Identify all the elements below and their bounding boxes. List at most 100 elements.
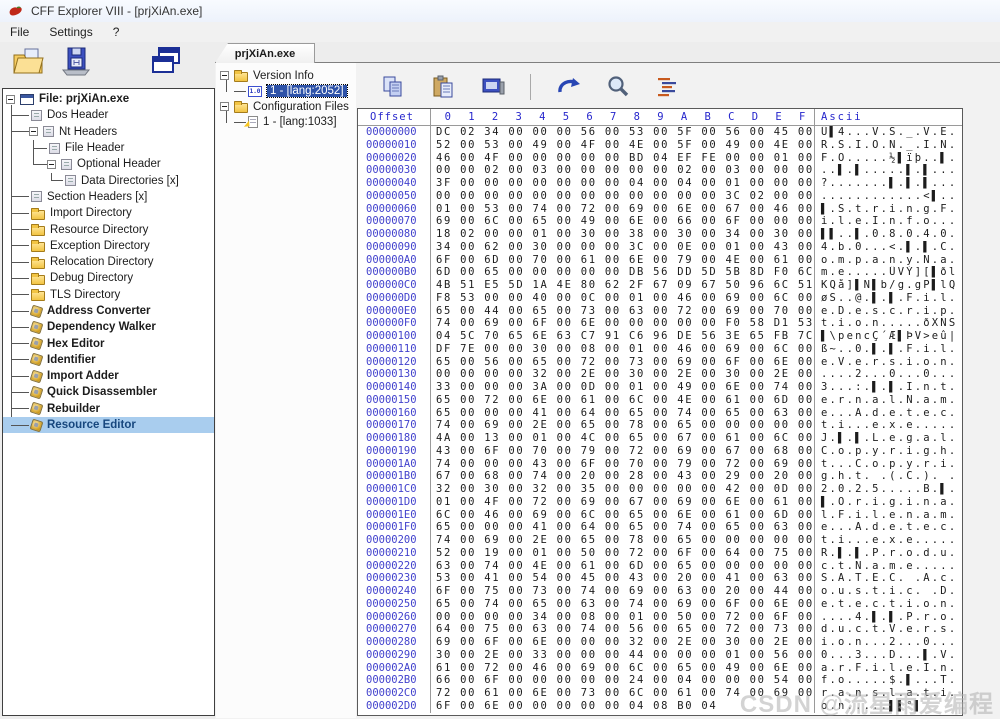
hex-row[interactable]: 000000B0 6D 00 65 00 00 00 00 00 DB 56 D… bbox=[358, 266, 962, 279]
save-file-icon[interactable] bbox=[58, 44, 94, 80]
hex-ascii[interactable]: t.i.o.n.....ðXÑS bbox=[815, 317, 962, 330]
collapse-minus-icon[interactable] bbox=[220, 71, 229, 80]
hex-row[interactable]: 000001B0 67 00 68 00 74 00 20 00 28 00 4… bbox=[358, 470, 962, 483]
tree-item[interactable]: Version Info bbox=[216, 68, 356, 84]
tree-item[interactable]: Optional Header bbox=[3, 156, 214, 172]
menu-item[interactable]: Settings bbox=[39, 23, 102, 41]
hex-bytes[interactable]: 00 00 00 00 34 00 08 00 01 00 50 00 72 0… bbox=[431, 611, 815, 624]
menu-item[interactable]: File bbox=[0, 23, 39, 41]
hex-bytes[interactable]: 74 00 69 00 2E 00 65 00 78 00 65 00 00 0… bbox=[431, 419, 815, 432]
hex-bytes[interactable]: 65 00 74 00 65 00 63 00 74 00 69 00 6F 0… bbox=[431, 598, 815, 611]
hex-row[interactable]: 00000030 00 00 02 00 03 00 00 00 00 00 0… bbox=[358, 164, 962, 177]
hex-bytes[interactable]: 30 00 2E 00 33 00 00 00 44 00 00 00 01 0… bbox=[431, 649, 815, 662]
hex-ascii[interactable]: d.u.c.t.V.e.r.s. bbox=[815, 623, 962, 636]
hex-ascii[interactable]: e.V.e.r.s.i.o.n. bbox=[815, 356, 962, 369]
hex-row[interactable]: 000000C0 4B 51 E5 5D 1A 4E 80 62 2F 67 0… bbox=[358, 279, 962, 292]
tree-item[interactable]: Configuration Files bbox=[216, 99, 356, 115]
hex-row[interactable]: 000002A0 61 00 72 00 46 00 69 00 6C 00 6… bbox=[358, 662, 962, 675]
hex-ascii[interactable]: g.h.t. .(.C.). . bbox=[815, 470, 962, 483]
hex-ascii[interactable]: 4.b.0...<.▌.▌.C. bbox=[815, 241, 962, 254]
hex-bytes[interactable]: 52 00 53 00 49 00 4F 00 4E 00 5F 00 49 0… bbox=[431, 139, 815, 152]
hex-bytes[interactable]: F8 53 00 00 40 00 0C 00 01 00 46 00 69 0… bbox=[431, 292, 815, 305]
hex-bytes[interactable]: 69 00 6C 00 65 00 49 00 6E 00 66 00 6F 0… bbox=[431, 215, 815, 228]
hex-ascii[interactable]: 0...3...D...▌.V. bbox=[815, 649, 962, 662]
hex-row[interactable]: 00000170 74 00 69 00 2E 00 65 00 78 00 6… bbox=[358, 419, 962, 432]
document-tab[interactable]: prjXiAn.exe bbox=[215, 43, 315, 63]
hex-bytes[interactable]: 69 00 6F 00 6E 00 00 00 32 00 2E 00 30 0… bbox=[431, 636, 815, 649]
hex-bytes[interactable]: 74 00 00 00 43 00 6F 00 70 00 79 00 72 0… bbox=[431, 458, 815, 471]
hex-row[interactable]: 000000A0 6F 00 6D 00 70 00 61 00 6E 00 7… bbox=[358, 254, 962, 267]
hex-row[interactable]: 00000220 63 00 74 00 4E 00 61 00 6D 00 6… bbox=[358, 560, 962, 573]
paste-icon[interactable] bbox=[430, 74, 456, 100]
hex-ascii[interactable]: R.S.I.O.N._.I.N. bbox=[815, 139, 962, 152]
hex-row[interactable]: 00000080 18 02 00 00 01 00 30 00 38 00 3… bbox=[358, 228, 962, 241]
open-file-icon[interactable] bbox=[10, 44, 46, 80]
hex-bytes[interactable]: 01 00 53 00 74 00 72 00 69 00 6E 00 67 0… bbox=[431, 203, 815, 216]
hex-row[interactable]: 00000290 30 00 2E 00 33 00 00 00 44 00 0… bbox=[358, 649, 962, 662]
hex-ascii[interactable]: e.r.n.a.l.N.a.m. bbox=[815, 394, 962, 407]
hex-row[interactable]: 000002D0 6F 00 6E 00 00 00 00 00 04 08 B… bbox=[358, 700, 962, 713]
collapse-minus-icon[interactable] bbox=[220, 102, 229, 111]
tree-item[interactable]: Nt Headers bbox=[3, 124, 214, 140]
data-structures-icon[interactable] bbox=[655, 74, 681, 100]
hex-ascii[interactable]: ß~..0.▌.▌.F.i.l. bbox=[815, 343, 962, 356]
hex-ascii[interactable]: KQå]▌N▌b/g.gP▌lQ bbox=[815, 279, 962, 292]
hex-row[interactable]: 000000F0 74 00 69 00 6F 00 6E 00 00 00 0… bbox=[358, 317, 962, 330]
hex-row[interactable]: 00000140 33 00 00 00 3A 00 0D 00 01 00 4… bbox=[358, 381, 962, 394]
hex-ascii[interactable]: ▌▌..▌.0.8.0.4.0. bbox=[815, 228, 962, 241]
hex-ascii[interactable]: R.▌.▌.P.r.o.d.u. bbox=[815, 547, 962, 560]
hex-bytes[interactable]: 00 00 02 00 03 00 00 00 00 00 02 00 03 0… bbox=[431, 164, 815, 177]
hex-ascii[interactable]: C.o.p.y.r.i.g.h. bbox=[815, 445, 962, 458]
hex-row[interactable]: 00000160 65 00 00 00 41 00 64 00 65 00 7… bbox=[358, 407, 962, 420]
hex-row[interactable]: 00000250 65 00 74 00 65 00 63 00 74 00 6… bbox=[358, 598, 962, 611]
goto-offset-icon[interactable] bbox=[555, 74, 581, 100]
hex-bytes[interactable]: 66 00 6F 00 00 00 00 00 24 00 04 00 00 0… bbox=[431, 674, 815, 687]
hex-ascii[interactable]: r.a.n.s.l.a.t.i. bbox=[815, 687, 962, 700]
tree-item[interactable]: Address Converter bbox=[3, 303, 214, 319]
tree-item[interactable]: Debug Directory bbox=[3, 270, 214, 286]
hex-bytes[interactable]: 46 00 4F 00 00 00 00 00 BD 04 EF FE 00 0… bbox=[431, 152, 815, 165]
hex-row[interactable]: 00000010 52 00 53 00 49 00 4F 00 4E 00 5… bbox=[358, 139, 962, 152]
hex-ascii[interactable]: l.F.i.l.e.n.a.m. bbox=[815, 509, 962, 522]
tree-item[interactable]: Dos Header bbox=[3, 107, 214, 123]
tree-item[interactable]: Quick Disassembler bbox=[3, 384, 214, 400]
tree-item[interactable]: 1 - [lang:1033] bbox=[216, 115, 356, 131]
hex-ascii[interactable]: e...A.d.e.t.e.c. bbox=[815, 407, 962, 420]
hex-row[interactable]: 00000240 6F 00 75 00 73 00 74 00 69 00 6… bbox=[358, 585, 962, 598]
hex-bytes[interactable]: 4A 00 13 00 01 00 4C 00 65 00 67 00 61 0… bbox=[431, 432, 815, 445]
hex-row[interactable]: 000002C0 72 00 61 00 6E 00 73 00 6C 00 6… bbox=[358, 687, 962, 700]
hex-row[interactable]: 00000130 00 00 00 00 32 00 2E 00 30 00 2… bbox=[358, 368, 962, 381]
find-icon[interactable] bbox=[605, 74, 631, 100]
tree-item[interactable]: File Header bbox=[3, 140, 214, 156]
collapse-minus-icon[interactable] bbox=[47, 160, 56, 169]
hex-row[interactable]: 000002B0 66 00 6F 00 00 00 00 00 24 00 0… bbox=[358, 674, 962, 687]
hex-bytes[interactable]: 74 00 69 00 2E 00 65 00 78 00 65 00 00 0… bbox=[431, 534, 815, 547]
hex-bytes[interactable]: 72 00 61 00 6E 00 73 00 6C 00 61 00 74 0… bbox=[431, 687, 815, 700]
hex-row[interactable]: 00000180 4A 00 13 00 01 00 4C 00 65 00 6… bbox=[358, 432, 962, 445]
hex-bytes[interactable]: 34 00 62 00 30 00 00 00 3C 00 0E 00 01 0… bbox=[431, 241, 815, 254]
hex-ascii[interactable]: Ü▌4...V.S._.V.E. bbox=[815, 126, 962, 139]
hex-bytes[interactable]: 32 00 30 00 32 00 35 00 00 00 00 00 42 0… bbox=[431, 483, 815, 496]
fill-selection-icon[interactable] bbox=[480, 74, 506, 100]
hex-ascii[interactable]: ....4.▌.▌.P.r.o. bbox=[815, 611, 962, 624]
hex-bytes[interactable]: 6F 00 6E 00 00 00 00 00 04 08 B0 04 bbox=[431, 700, 815, 713]
tree-item[interactable]: Rebuilder bbox=[3, 401, 214, 417]
hex-bytes[interactable]: 4B 51 E5 5D 1A 4E 80 62 2F 67 09 67 50 9… bbox=[431, 279, 815, 292]
hex-ascii[interactable]: ..▌.▌.....▌.▌... bbox=[815, 164, 962, 177]
hex-bytes[interactable]: 64 00 75 00 63 00 74 00 56 00 65 00 72 0… bbox=[431, 623, 815, 636]
hex-bytes[interactable]: 74 00 69 00 6F 00 6E 00 00 00 00 00 F0 5… bbox=[431, 317, 815, 330]
hex-bytes[interactable]: 65 00 00 00 41 00 64 00 65 00 74 00 65 0… bbox=[431, 521, 815, 534]
hex-row[interactable]: 00000050 00 00 00 00 00 00 00 00 00 00 0… bbox=[358, 190, 962, 203]
hex-row[interactable]: 000001A0 74 00 00 00 43 00 6F 00 70 00 7… bbox=[358, 458, 962, 471]
hex-bytes[interactable]: 6F 00 6D 00 70 00 61 00 6E 00 79 00 4E 0… bbox=[431, 254, 815, 267]
hex-ascii[interactable]: F.O.....½▌ïþ..▌. bbox=[815, 152, 962, 165]
hex-ascii[interactable]: m.e.....ÛVÝ][▌ðl bbox=[815, 266, 962, 279]
hex-ascii[interactable]: a.r.F.i.l.e.I.n. bbox=[815, 662, 962, 675]
hex-ascii[interactable]: t...C.o.p.y.r.i. bbox=[815, 458, 962, 471]
hex-bytes[interactable]: 65 00 72 00 6E 00 61 00 6C 00 4E 00 61 0… bbox=[431, 394, 815, 407]
hex-bytes[interactable]: 52 00 19 00 01 00 50 00 72 00 6F 00 64 0… bbox=[431, 547, 815, 560]
hex-ascii[interactable]: f.o.....$.▌...T. bbox=[815, 674, 962, 687]
hex-ascii[interactable]: ▌.S.t.r.i.n.g.F. bbox=[815, 203, 962, 216]
hex-ascii[interactable]: t.i...e.x.e..... bbox=[815, 534, 962, 547]
tree-item[interactable]: 1 - [lang:2052] bbox=[216, 84, 356, 100]
